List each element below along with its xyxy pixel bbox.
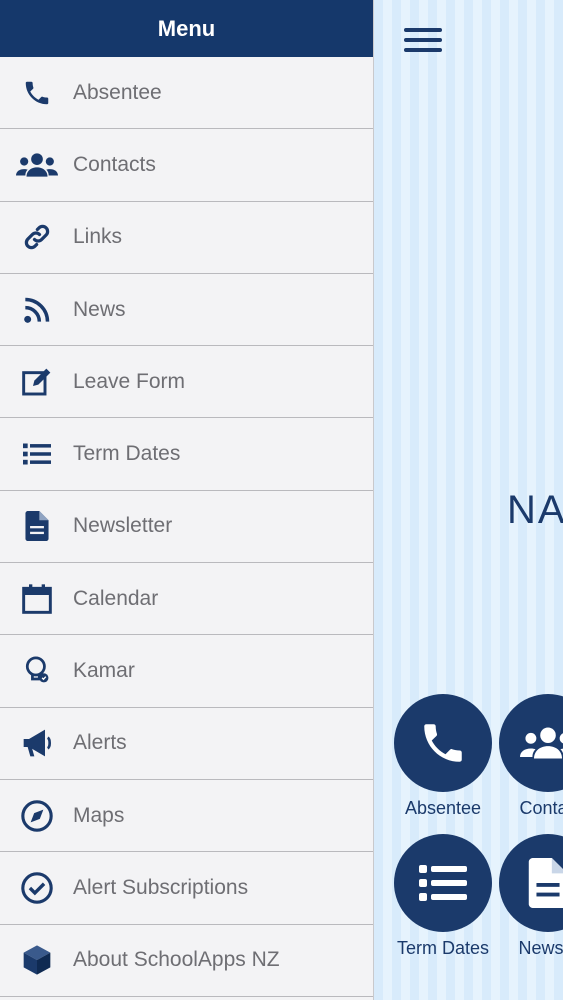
- users-icon: [499, 694, 563, 792]
- menu-item-newsletter[interactable]: Newsletter: [0, 490, 373, 564]
- menu-item-leave-form[interactable]: Leave Form: [0, 346, 373, 419]
- menu-item-label: News: [73, 297, 126, 321]
- check-circle-icon: [15, 870, 59, 906]
- menu-item-about[interactable]: About SchoolApps NZ: [0, 924, 373, 997]
- edit-icon: [15, 364, 59, 400]
- compass-icon: [15, 798, 59, 834]
- menu-item-label: Term Dates: [73, 442, 181, 466]
- menu-item-absentee[interactable]: Absentee: [0, 57, 373, 130]
- menu-item-label: Newsletter: [73, 514, 173, 538]
- lightbulb-icon: [15, 653, 59, 689]
- menu-item-alert-subscriptions[interactable]: Alert Subscriptions: [0, 852, 373, 925]
- menu-item-label: Alert Subscriptions: [73, 875, 249, 899]
- menu-item-label: Alerts: [73, 731, 127, 755]
- phone-icon: [394, 694, 492, 792]
- megaphone-icon: [15, 725, 59, 761]
- users-icon: [15, 147, 59, 183]
- tile-label: Term Dates: [396, 938, 490, 958]
- tile-label: Contac: [519, 798, 563, 818]
- list-icon: [15, 436, 59, 472]
- menu-item-news[interactable]: News: [0, 273, 373, 347]
- menu-item-contacts[interactable]: Contacts: [0, 129, 373, 202]
- menu-item-kamar[interactable]: Kamar: [0, 635, 373, 708]
- side-menu-drawer: Menu Absentee Contacts Links News Leave …: [0, 0, 374, 1000]
- list-icon: [394, 834, 492, 932]
- menu-item-label: Leave Form: [73, 369, 186, 393]
- menu-item-label: Calendar: [73, 586, 159, 610]
- hamburger-menu-icon[interactable]: [404, 28, 442, 56]
- tile-term-dates[interactable]: Term Dates: [393, 834, 493, 959]
- tile-label: Absentee: [404, 798, 482, 818]
- phone-icon: [15, 75, 59, 111]
- school-name: NA: [507, 488, 563, 532]
- menu-item-links[interactable]: Links: [0, 201, 373, 274]
- calendar-icon: [15, 581, 59, 617]
- drawer-title: Menu: [0, 0, 373, 57]
- document-icon: [15, 508, 59, 544]
- tile-contacts[interactable]: Contac: [498, 694, 563, 819]
- rss-icon: [15, 292, 59, 328]
- menu-item-label: Links: [73, 225, 123, 249]
- menu-item-label: About SchoolApps NZ: [73, 948, 280, 972]
- menu-item-alerts[interactable]: Alerts: [0, 707, 373, 780]
- menu-item-maps[interactable]: Maps: [0, 779, 373, 853]
- menu-item-term-dates[interactable]: Term Dates: [0, 418, 373, 491]
- tile-newsletter[interactable]: Newsle: [498, 834, 563, 959]
- tile-label: Newsle: [518, 938, 563, 958]
- menu-item-label: Maps: [73, 803, 125, 827]
- tile-absentee[interactable]: Absentee: [393, 694, 493, 819]
- link-icon: [15, 219, 59, 255]
- menu-item-calendar[interactable]: Calendar: [0, 563, 373, 636]
- menu-item-label: Kamar: [73, 659, 135, 683]
- cube-icon: [15, 942, 59, 978]
- home-screen: NA Absentee Contac Term Dates Newsle: [374, 0, 563, 1000]
- document-icon: [499, 834, 563, 932]
- menu-item-label: Absentee: [73, 80, 162, 104]
- menu-item-label: Contacts: [73, 152, 156, 176]
